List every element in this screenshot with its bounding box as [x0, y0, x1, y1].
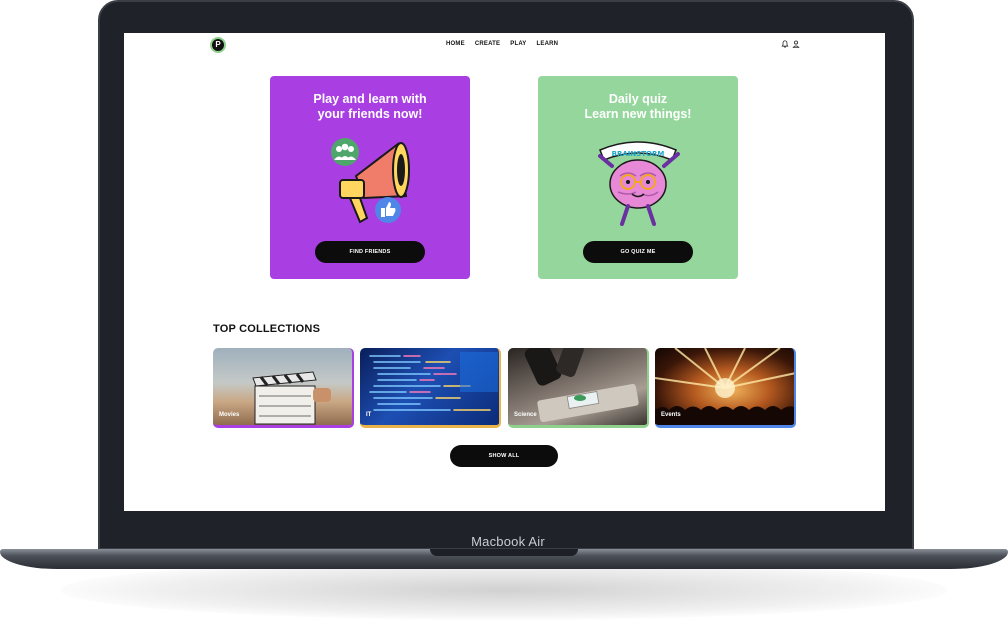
nav-item-learn[interactable]: LEARN: [537, 41, 559, 47]
section-title: TOP COLLECTIONS: [213, 323, 321, 335]
laptop-notch: [430, 549, 578, 556]
code-screen-icon: [369, 352, 498, 411]
nav-item-play[interactable]: PLAY: [510, 41, 526, 47]
laptop-mockup: Macbook Air P HOME CREATE PLAY LEARN Pla…: [0, 0, 1008, 623]
collection-tile-it[interactable]: IT: [360, 348, 501, 428]
promo-card-friends: Play and learn with your friends now! FI…: [270, 76, 470, 279]
top-nav: P HOME CREATE PLAY LEARN: [124, 33, 885, 57]
collection-tile-events[interactable]: Events: [655, 348, 796, 428]
brain-icon: BRAINSTORM: [598, 141, 680, 226]
collection-label: IT: [366, 412, 372, 418]
nav-actions: [781, 40, 800, 48]
megaphone-icon: [331, 138, 410, 224]
go-quiz-me-button[interactable]: GO QUIZ ME: [583, 241, 693, 263]
app-screen: P HOME CREATE PLAY LEARN Play and learn …: [124, 33, 885, 511]
collection-label: Events: [661, 412, 681, 418]
laptop-shadow: [60, 560, 948, 620]
collection-tile-movies[interactable]: Movies: [213, 348, 354, 428]
nav-item-create[interactable]: CREATE: [475, 41, 500, 47]
main-menu: HOME CREATE PLAY LEARN: [446, 41, 558, 47]
promo-card-title: Daily quiz Learn new things!: [584, 92, 692, 121]
collection-label: Science: [514, 412, 537, 418]
collection-label: Movies: [219, 412, 240, 418]
collection-tile-science[interactable]: Science: [508, 348, 649, 428]
user-icon[interactable]: [792, 40, 800, 48]
promo-card-quiz: Daily quiz Learn new things! BRAINSTORM …: [538, 76, 738, 279]
nav-item-home[interactable]: HOME: [446, 41, 465, 47]
logo-icon[interactable]: P: [210, 37, 226, 53]
device-label: Macbook Air: [471, 534, 545, 549]
promo-card-title: Play and learn with your friends now!: [313, 92, 427, 121]
show-all-button[interactable]: SHOW ALL: [450, 445, 558, 467]
bell-icon[interactable]: [781, 40, 789, 48]
find-friends-button[interactable]: FIND FRIENDS: [315, 241, 425, 263]
brainstorm-sticker-text: BRAINSTORM: [612, 150, 665, 158]
